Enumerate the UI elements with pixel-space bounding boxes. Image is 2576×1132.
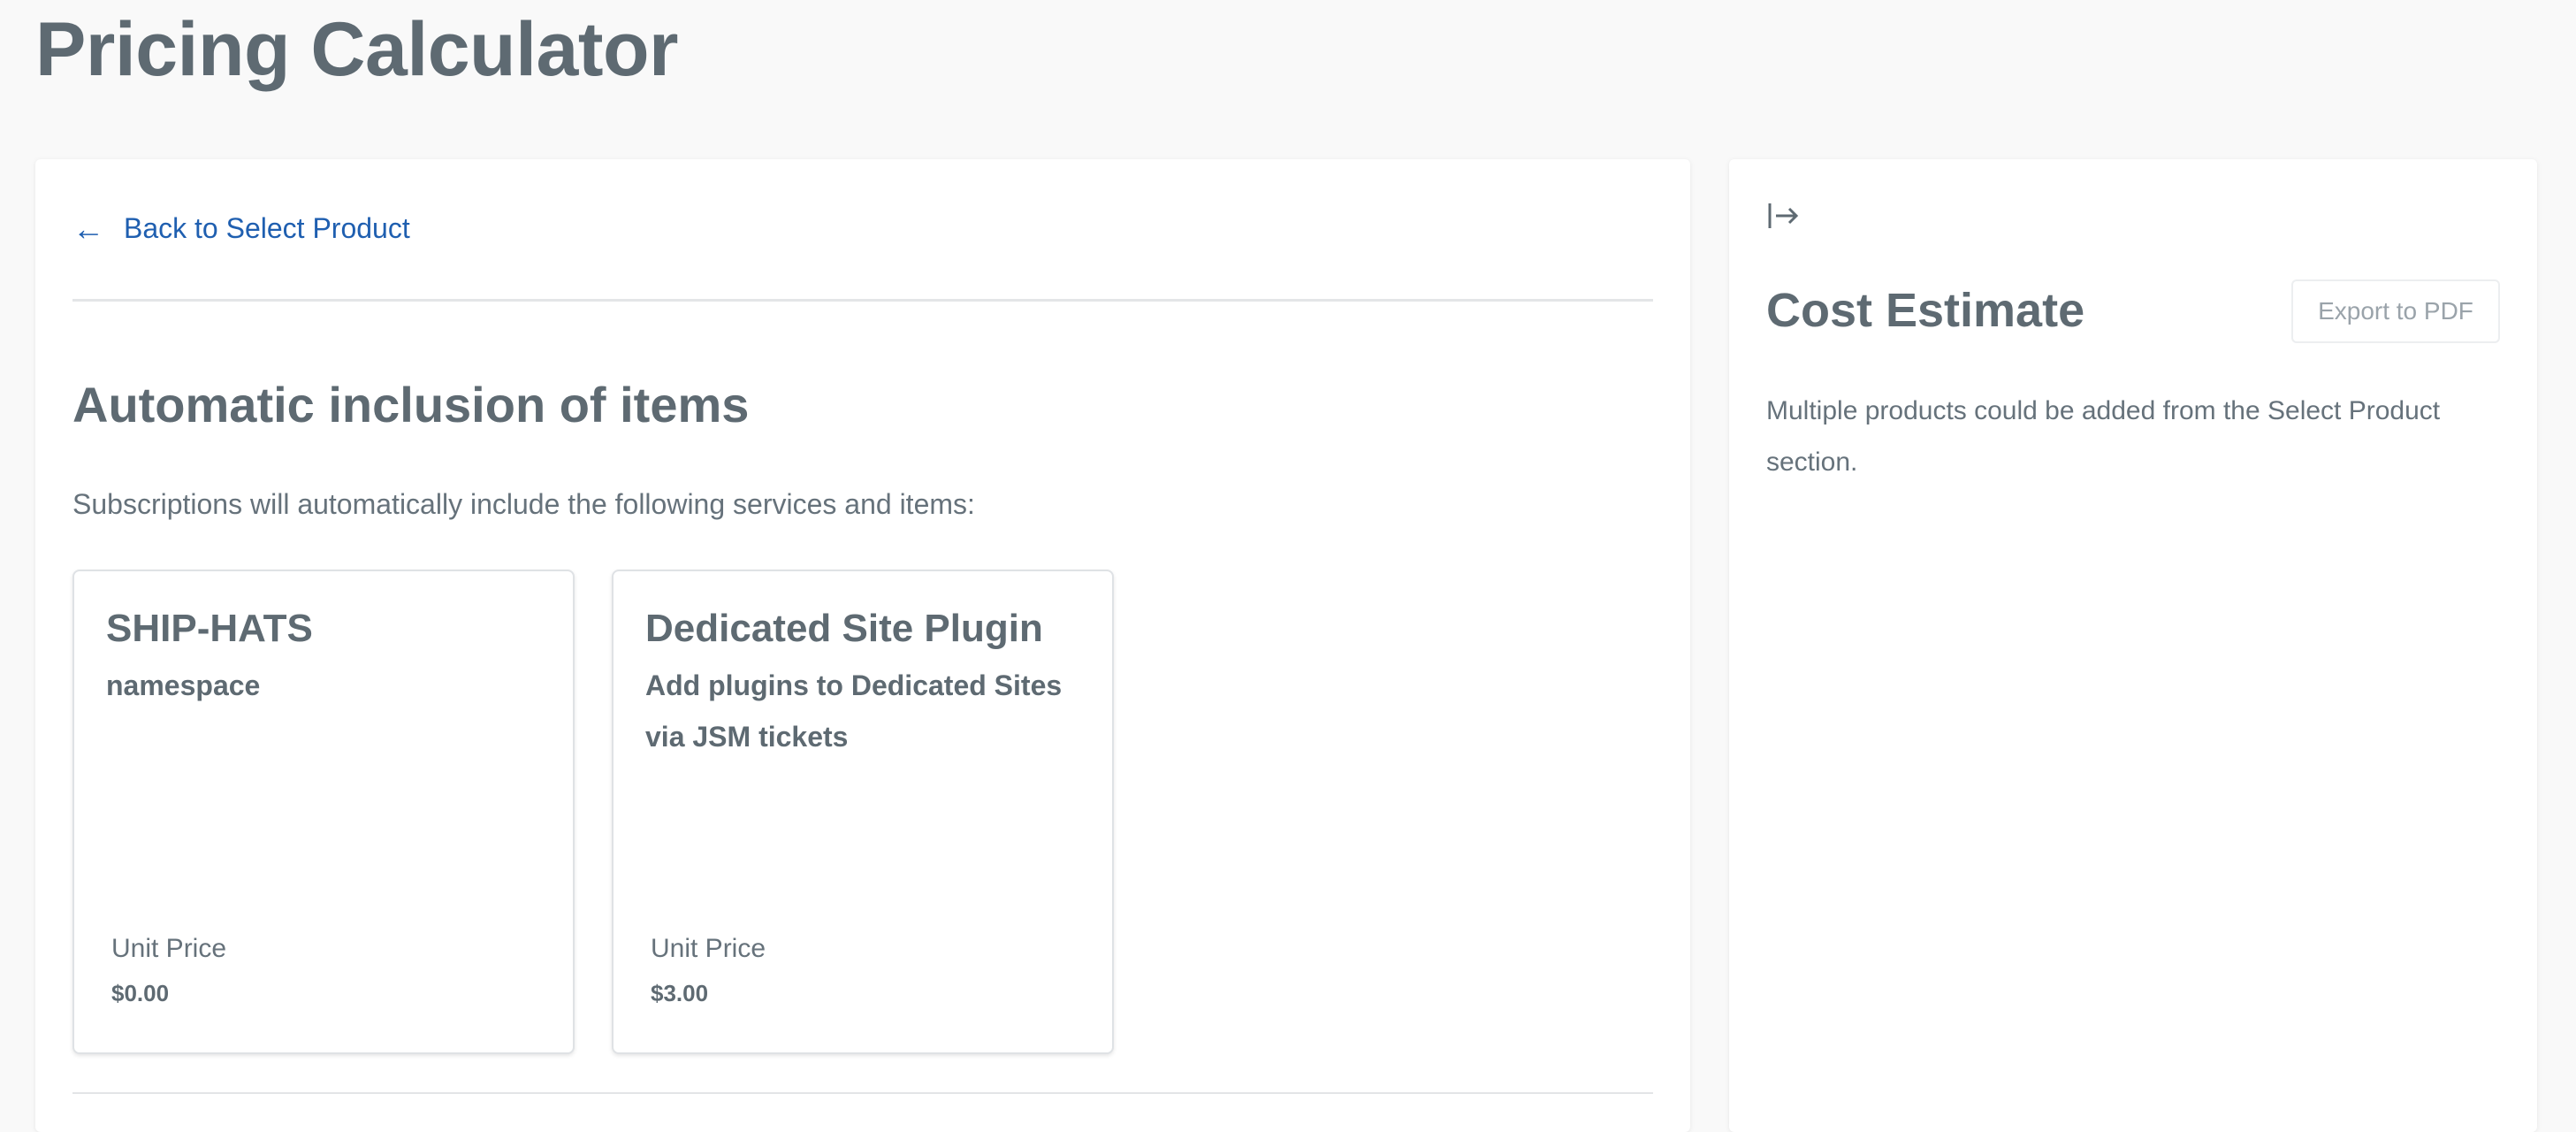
included-item-card[interactable]: Dedicated Site Plugin Add plugins to Ded…	[612, 570, 1114, 1054]
arrow-left-icon: ←	[72, 210, 104, 247]
back-to-select-product-link[interactable]: ← Back to Select Product	[72, 212, 410, 245]
page-title: Pricing Calculator	[35, 7, 678, 92]
cost-estimate-description: Multiple products could be added from th…	[1766, 396, 2441, 477]
unit-price-value: $0.00	[111, 980, 170, 1006]
divider	[72, 299, 1653, 302]
included-item-card[interactable]: SHIP-HATS namespace Unit Price $0.00	[72, 570, 575, 1054]
section-description: Subscriptions will automatically include…	[72, 488, 975, 520]
unit-price-label: Unit Price	[651, 934, 766, 963]
collapse-panel-icon[interactable]	[1766, 198, 1802, 233]
unit-price-value: $3.00	[651, 980, 709, 1006]
card-subtitle: Add plugins to Dedicated Sites via JSM t…	[645, 669, 1063, 753]
product-detail-panel: ← Back to Select Product Automatic inclu…	[35, 159, 1690, 1132]
export-to-pdf-button[interactable]: Export to PDF	[2291, 279, 2500, 343]
card-title: Dedicated Site Plugin	[645, 607, 1043, 650]
cost-estimate-title: Cost Estimate	[1766, 284, 2085, 337]
card-subtitle: namespace	[106, 669, 261, 701]
card-title: SHIP-HATS	[106, 607, 313, 650]
divider	[72, 1092, 1653, 1094]
section-heading: Automatic inclusion of items	[72, 377, 750, 432]
unit-price-label: Unit Price	[111, 934, 227, 963]
back-link-label: Back to Select Product	[124, 212, 410, 244]
cost-estimate-panel: Cost Estimate Export to PDF Multiple pro…	[1729, 159, 2537, 1132]
